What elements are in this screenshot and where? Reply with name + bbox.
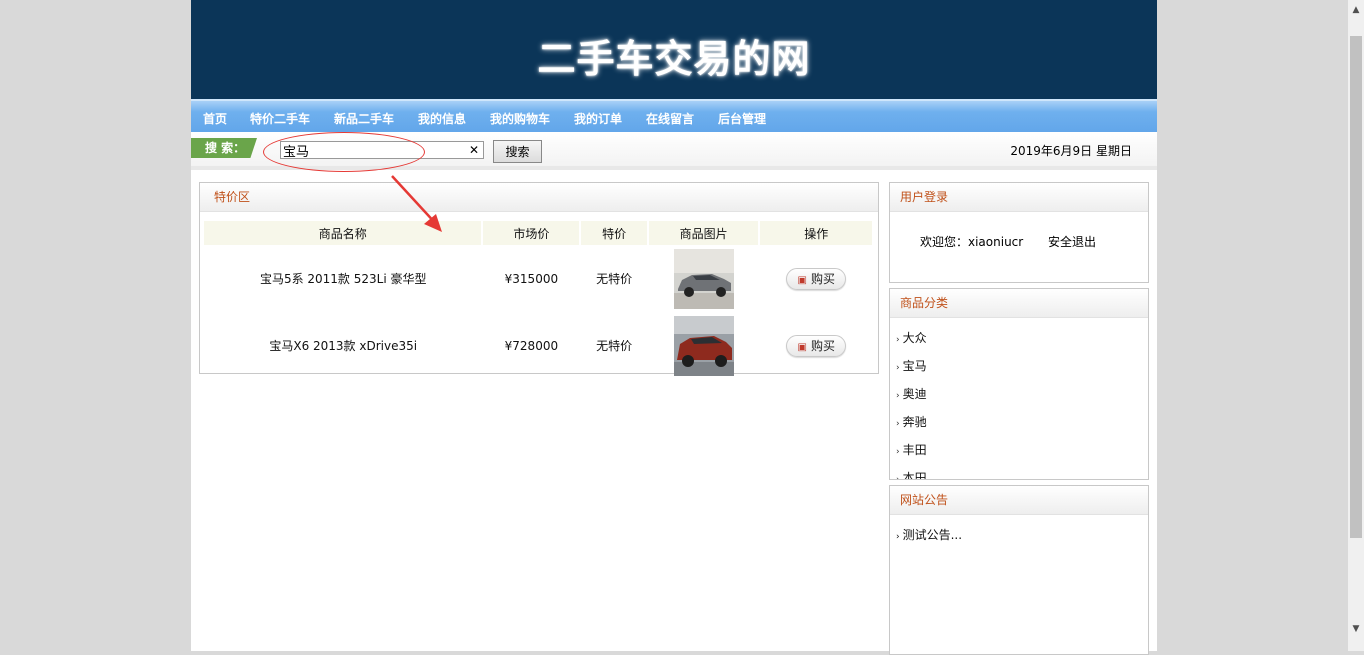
arrow-icon: › <box>896 419 900 429</box>
site-banner: 二手车交易的网 <box>191 0 1157 99</box>
special-deals-title: 特价区 <box>200 183 878 212</box>
search-button[interactable]: 搜索 <box>493 140 542 163</box>
arrow-icon: › <box>896 532 900 542</box>
product-image-cell <box>648 312 760 379</box>
cart-icon: ▣ <box>797 341 807 353</box>
column-header-image: 商品图片 <box>647 221 761 245</box>
search-field: ✕ <box>280 141 484 159</box>
user-login-title: 用户登录 <box>890 183 1148 212</box>
current-date: 2019年6月9日 星期日 <box>1010 144 1132 158</box>
welcome-text: 欢迎您：xiaoniucr <box>920 235 1024 249</box>
category-item[interactable]: › 宝马 <box>896 357 927 385</box>
nav-item-my-cart[interactable]: 我的购物车 <box>490 110 550 127</box>
column-header-action: 操作 <box>759 221 874 245</box>
user-login-panel: 用户登录 欢迎您：xiaoniucr 安全退出 <box>889 182 1149 283</box>
nav-item-home[interactable]: 首页 <box>203 110 227 127</box>
market-price: ¥728000 <box>504 338 559 353</box>
category-item[interactable]: › 本田 <box>896 469 927 480</box>
buy-button[interactable]: ▣ 购买 <box>786 334 847 357</box>
logout-link[interactable]: 安全退出 <box>1048 233 1096 250</box>
clear-icon[interactable]: ✕ <box>469 142 479 158</box>
vertical-scrollbar[interactable]: ▲ ▼ <box>1348 0 1364 651</box>
cart-icon: ▣ <box>797 274 807 286</box>
nav-item-admin[interactable]: 后台管理 <box>718 110 766 127</box>
notice-list: › 测试公告... <box>896 526 962 543</box>
table-row: 宝马5系 2011款 523Li 豪华型 ¥315000 无特价 ▣ 购买 <box>204 245 873 312</box>
category-list: › 大众 › 宝马 › 奥迪 › 奔驰 › 丰田 › 本田 <box>896 329 927 480</box>
search-label: 搜 索： <box>191 138 257 158</box>
notice-title: 网站公告 <box>890 486 1148 515</box>
main-nav: 首页 特价二手车 新品二手车 我的信息 我的购物车 我的订单 在线留言 后台管理 <box>191 99 1157 132</box>
category-title: 商品分类 <box>890 289 1148 318</box>
category-item[interactable]: › 丰田 <box>896 441 927 469</box>
nav-item-my-info[interactable]: 我的信息 <box>418 110 466 127</box>
car-thumbnail[interactable] <box>673 248 734 309</box>
notice-item[interactable]: › 测试公告... <box>896 526 962 543</box>
nav-item-new-cars[interactable]: 新品二手车 <box>334 110 394 127</box>
nav-item-special-cars[interactable]: 特价二手车 <box>250 110 310 127</box>
special-price: 无特价 <box>596 272 633 286</box>
special-price: 无特价 <box>596 339 633 353</box>
scroll-down-icon[interactable]: ▼ <box>1348 621 1364 637</box>
product-name: 宝马5系 2011款 523Li 豪华型 <box>259 272 427 286</box>
market-price: ¥315000 <box>504 271 559 286</box>
page: 二手车交易的网 首页 特价二手车 新品二手车 我的信息 我的购物车 我的订单 在… <box>191 0 1157 655</box>
scroll-thumb[interactable] <box>1350 36 1362 538</box>
arrow-icon: › <box>896 335 900 345</box>
action-cell: ▣ 购买 <box>759 312 873 379</box>
deals-table: 商品名称 市场价 特价 商品图片 操作 宝马5系 2011款 523Li 豪华型… <box>204 221 874 379</box>
category-item[interactable]: › 奔驰 <box>896 413 927 441</box>
category-item[interactable]: › 大众 <box>896 329 927 357</box>
nav-item-my-orders[interactable]: 我的订单 <box>574 110 622 127</box>
table-row: 宝马X6 2013款 xDrive35i ¥728000 无特价 ▣ 购买 <box>204 312 873 379</box>
column-header-name: 商品名称 <box>204 221 484 245</box>
column-header-special-price: 特价 <box>580 221 649 245</box>
arrow-icon: › <box>896 391 900 401</box>
column-header-market-price: 市场价 <box>482 221 582 245</box>
arrow-icon: › <box>896 447 900 457</box>
car-thumbnail[interactable] <box>673 315 734 376</box>
search-input[interactable] <box>283 142 463 158</box>
action-cell: ▣ 购买 <box>759 245 873 312</box>
scroll-up-icon[interactable]: ▲ <box>1348 2 1364 18</box>
buy-button[interactable]: ▣ 购买 <box>786 267 847 290</box>
nav-item-messages[interactable]: 在线留言 <box>646 110 694 127</box>
category-panel: 商品分类 › 大众 › 宝马 › 奥迪 › 奔驰 › 丰田 › 本田 <box>889 288 1149 480</box>
arrow-icon: › <box>896 363 900 373</box>
search-bar: 搜 索： ✕ 搜索 2019年6月9日 星期日 <box>191 132 1157 172</box>
notice-panel: 网站公告 › 测试公告... <box>889 485 1149 655</box>
special-deals-panel: 特价区 商品名称 市场价 特价 商品图片 操作 宝马5系 2011款 523Li… <box>199 182 879 376</box>
category-item[interactable]: › 奥迪 <box>896 385 927 413</box>
product-name: 宝马X6 2013款 xDrive35i <box>269 339 418 353</box>
arrow-icon: › <box>896 475 900 480</box>
site-title: 二手车交易的网 <box>537 37 811 81</box>
product-image-cell <box>648 245 760 312</box>
